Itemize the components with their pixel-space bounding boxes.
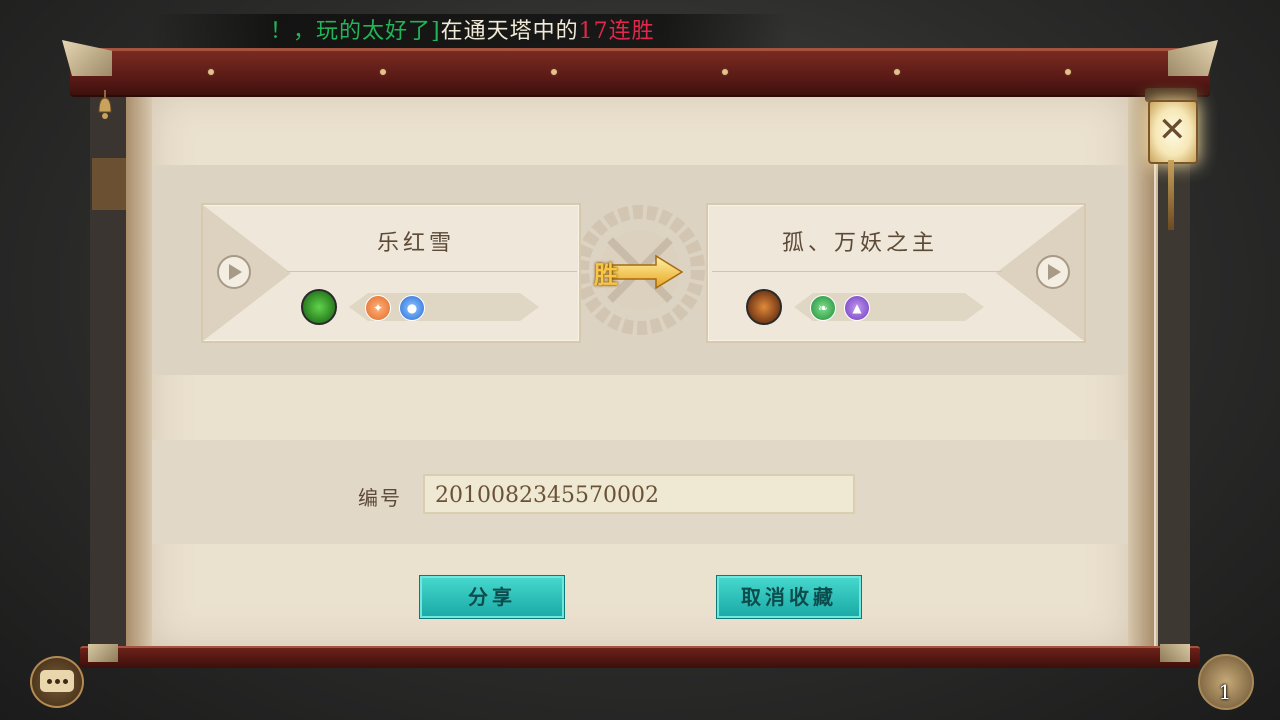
play-icon	[1048, 264, 1061, 280]
rod-stud	[208, 69, 214, 75]
resource-count: 1	[1218, 680, 1232, 704]
rod-stud	[1065, 69, 1071, 75]
marquee-red-text: 17连胜	[578, 19, 655, 44]
chat-dot	[47, 679, 52, 684]
chat-button[interactable]	[30, 656, 84, 708]
scroll-paper-edge-right	[1128, 92, 1154, 648]
close-button[interactable]: ✕	[1148, 100, 1198, 164]
scroll-paper-edge-left	[126, 92, 152, 648]
play-icon	[229, 264, 242, 280]
cancel-favorite-button[interactable]: 取消收藏	[716, 575, 862, 619]
rod-stud	[551, 69, 557, 75]
card-divider	[712, 271, 1002, 272]
scroll-top-rod	[70, 48, 1210, 97]
right-player-card: 孤、万妖之主 ❧ ▲	[706, 203, 1086, 343]
orange-star-skill-icon[interactable]: ✦	[365, 295, 391, 321]
bell-icon	[98, 90, 112, 119]
fire-beast-icon[interactable]	[746, 289, 782, 325]
left-replay-button[interactable]	[217, 255, 251, 289]
left-player-name: 乐红雪	[377, 231, 456, 256]
blue-water-skill-icon[interactable]: ●	[399, 295, 425, 321]
record-id-label: 编号	[358, 486, 402, 510]
rod-stud	[722, 69, 728, 75]
right-player-name: 孤、万妖之主	[782, 231, 939, 256]
marquee-text: ！，玩的太好了]在通天塔中的17连胜	[270, 16, 655, 48]
close-icon: ✕	[1158, 110, 1187, 150]
rod-stud	[380, 69, 386, 75]
chat-dot	[63, 679, 68, 684]
win-label: 胜	[594, 260, 618, 289]
green-dragon-icon[interactable]	[301, 289, 337, 325]
rod-stud	[894, 69, 900, 75]
share-button[interactable]: 分享	[419, 575, 565, 619]
lantern-tassel	[1168, 160, 1174, 230]
right-replay-button[interactable]	[1036, 255, 1070, 289]
green-leaf-skill-icon[interactable]: ❧	[810, 295, 836, 321]
purple-triangle-skill-icon[interactable]: ▲	[844, 295, 870, 321]
background-tab-left	[92, 158, 128, 210]
marquee-green-text: ！，玩的太好了]	[270, 19, 441, 44]
left-player-card: 乐红雪 ✦ ●	[201, 203, 581, 343]
card-divider	[287, 271, 577, 272]
rod-bottom-cap-left	[88, 644, 118, 662]
chat-dot	[55, 679, 60, 684]
record-id-field[interactable]: 2010082345570002	[423, 474, 855, 514]
marquee-white-text: 在通天塔中的	[440, 19, 579, 44]
rod-bottom-cap-right	[1160, 644, 1190, 662]
scroll-bottom-rod	[80, 646, 1200, 668]
